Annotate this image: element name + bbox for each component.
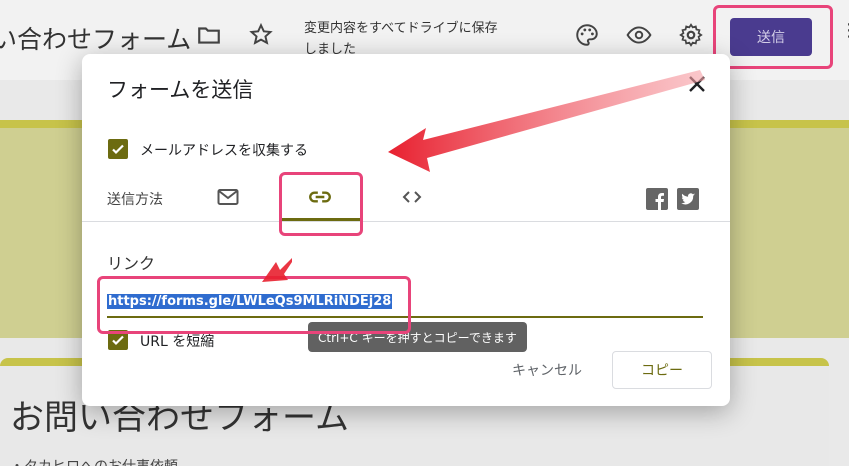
send-form-dialog: フォームを送信 メールアドレスを収集する 送信方法 リンク https://fo… [82,54,730,406]
send-button-highlight [713,5,833,69]
dialog-divider [82,221,730,222]
preview-eye-icon[interactable] [626,22,652,48]
cancel-button[interactable]: キャンセル [502,354,592,386]
more-options-icon[interactable]: ⋮ [840,20,849,41]
form-description: ・タカヒロへのお仕事依頼 [10,456,178,466]
copy-button[interactable]: コピー [612,351,712,389]
mail-icon [217,189,239,205]
tab-email[interactable] [210,180,246,214]
send-method-label: 送信方法 [107,192,163,208]
link-tab-highlight [279,172,363,236]
collect-email-checkbox[interactable] [108,139,128,159]
embed-icon [402,191,422,203]
link-section-label: リンク [107,254,156,273]
settings-gear-icon[interactable] [678,22,704,48]
dialog-title: フォームを送信 [107,78,254,102]
link-url-highlight [97,276,411,334]
close-icon[interactable] [685,72,709,96]
shorten-url-label: URL を短縮 [140,334,215,350]
folder-icon[interactable] [196,22,222,48]
twitter-icon[interactable] [677,188,699,210]
facebook-icon[interactable] [646,188,668,210]
collect-email-label: メールアドレスを収集する [140,143,308,159]
form-title[interactable]: い合わせフォーム [0,20,191,56]
tab-embed[interactable] [394,180,430,214]
palette-icon[interactable] [574,22,600,48]
star-icon[interactable] [248,22,274,48]
